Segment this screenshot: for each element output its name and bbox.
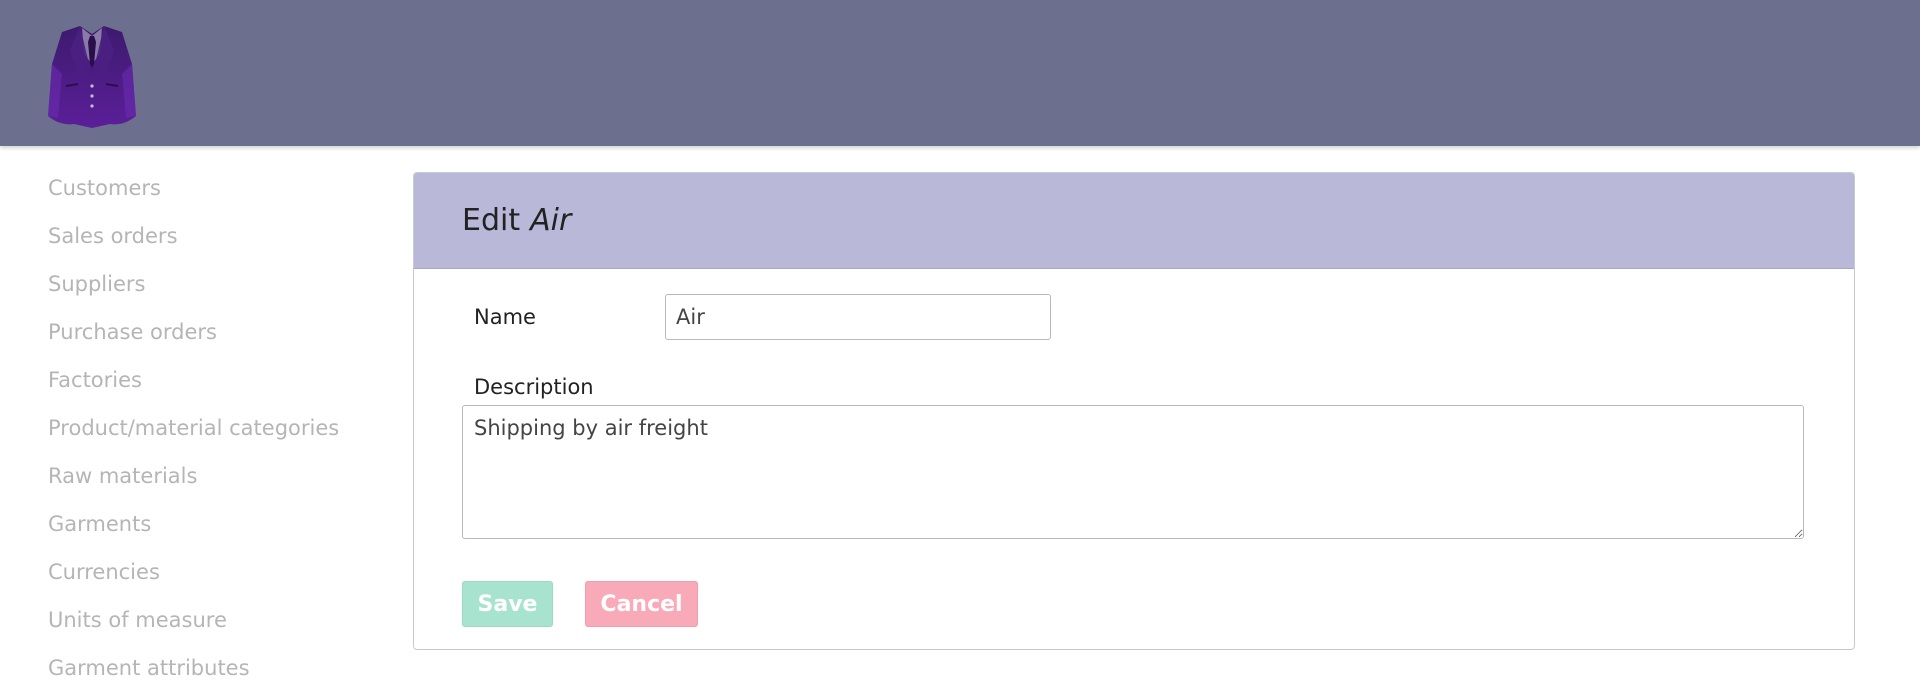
sidebar-item-garments[interactable]: Garments — [48, 504, 378, 552]
sidebar-item-customers[interactable]: Customers — [48, 168, 378, 216]
name-label: Name — [474, 305, 536, 329]
name-field[interactable] — [665, 294, 1051, 340]
sidebar-item-purchase-orders[interactable]: Purchase orders — [48, 312, 378, 360]
page-title-record-name: Air — [530, 203, 572, 238]
sidebar-item-currencies[interactable]: Currencies — [48, 552, 378, 600]
description-label: Description — [474, 375, 594, 399]
sidebar-item-units-of-measure[interactable]: Units of measure — [48, 600, 378, 648]
save-button[interactable]: Save — [462, 581, 553, 627]
description-field[interactable]: Shipping by air freight — [462, 405, 1804, 539]
sidebar-item-raw-materials[interactable]: Raw materials — [48, 456, 378, 504]
cancel-button[interactable]: Cancel — [585, 581, 698, 627]
panel-header: Edit Air — [414, 173, 1854, 269]
sidebar-item-factories[interactable]: Factories — [48, 360, 378, 408]
sidebar-item-garment-attributes[interactable]: Garment attributes — [48, 648, 378, 696]
sidebar-item-sales-orders[interactable]: Sales orders — [48, 216, 378, 264]
suit-jacket-logo-icon[interactable] — [44, 24, 140, 128]
page-title-prefix: Edit — [462, 203, 521, 238]
edit-panel: Edit Air Name Description Shipping by ai… — [413, 172, 1855, 650]
sidebar-item-suppliers[interactable]: Suppliers — [48, 264, 378, 312]
sidebar-item-categories[interactable]: Product/material categories — [48, 408, 378, 456]
sidebar-nav: Customers Sales orders Suppliers Purchas… — [48, 168, 378, 696]
top-bar — [0, 0, 1920, 146]
